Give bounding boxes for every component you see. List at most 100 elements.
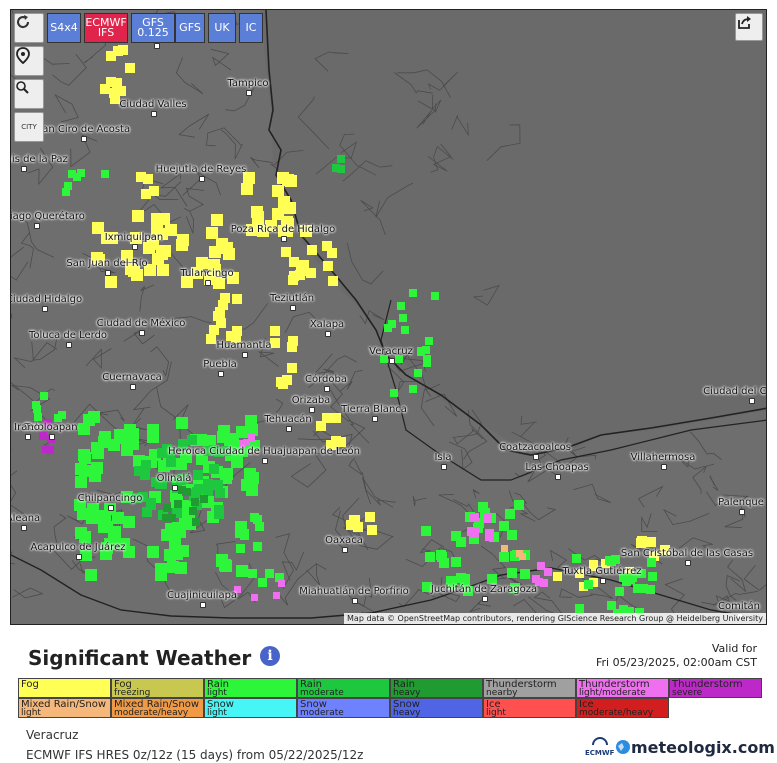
city-toggle-button[interactable]: CITY <box>14 112 44 142</box>
place-marker <box>600 578 606 584</box>
place-label: San Ciro de Acosta <box>35 124 131 135</box>
share-button[interactable] <box>735 13 763 41</box>
place-label: Coatzacoalcos <box>499 442 571 453</box>
place-marker <box>372 416 378 422</box>
place-label: Tulancingo <box>180 268 234 279</box>
place-label: Ciudad Hidalgo <box>10 294 83 305</box>
weather-map[interactable]: ManteTampicoCiudad VallesSan Ciro de Aco… <box>10 9 767 625</box>
map-attribution: Map data © OpenStreetMap contributors, r… <box>344 613 766 624</box>
brand-logo: meteologix.com <box>615 738 775 757</box>
place-marker <box>218 371 224 377</box>
place-marker <box>685 560 691 566</box>
place-marker <box>130 384 136 390</box>
place-label: Cuernavaca <box>102 372 162 383</box>
model-run: ECMWF IFS HRES 0z/12z (15 days) from 05/… <box>26 748 364 762</box>
place-label: Isla <box>434 452 452 463</box>
place-label: Aleana <box>11 513 41 524</box>
place-label: Santiago Querétaro <box>10 211 85 222</box>
valid-label: Valid for <box>711 642 757 655</box>
place-marker <box>286 426 292 432</box>
place-label: San Juan del Río <box>66 258 148 269</box>
place-label: Poza Rica de Hidalgo <box>230 224 336 235</box>
legend-item-b-5: Ice light <box>483 698 576 718</box>
place-label: Cuajinicuilapa <box>166 590 238 601</box>
place-marker <box>352 598 358 604</box>
place-label: Irano <box>14 422 40 433</box>
place-label: Huamantla <box>216 340 272 351</box>
ecmwf-logo: ECMWF <box>585 737 614 757</box>
place-marker <box>132 244 138 250</box>
legend-item-b-2: Snow light <box>204 698 297 718</box>
model-button-1[interactable]: ECMWF IFS <box>84 13 128 43</box>
place-marker <box>281 236 287 242</box>
place-label: Chilpancingo <box>77 493 143 504</box>
place-label: Toluca de Lerdo <box>28 330 108 341</box>
place-marker <box>49 434 55 440</box>
model-button-0[interactable]: S4x4 <box>47 13 81 43</box>
ecmwf-logo-icon <box>591 737 608 746</box>
place-label: Villahermosa <box>630 452 696 463</box>
place-marker <box>325 331 331 337</box>
place-marker <box>533 454 539 460</box>
place-label: Ciudad del Carmen <box>703 386 767 397</box>
legend-item-b-6: Ice moderate/heavy <box>576 698 669 718</box>
location-button[interactable] <box>14 46 44 76</box>
place-marker <box>154 43 160 49</box>
legend-item-4: Rain heavy <box>390 678 483 698</box>
place-label: Heroica Ciudad de Huajuapan de León <box>168 446 360 457</box>
place-label: San Cristóbal de las Casas <box>620 548 754 559</box>
place-label: San Luis de la Paz <box>11 154 68 165</box>
place-label: Miahuatlán de Porfirio <box>299 586 409 597</box>
model-button-4[interactable]: UK <box>208 13 236 43</box>
zoom-button[interactable] <box>14 79 44 109</box>
legend-item-5: Thunderstorm nearby <box>483 678 576 698</box>
place-marker <box>76 554 82 560</box>
place-marker <box>482 596 488 602</box>
legend-item-7: Thunderstorm severe <box>669 678 762 698</box>
refresh-icon <box>17 15 30 29</box>
place-label: Xalapa <box>309 319 345 330</box>
place-marker <box>21 166 27 172</box>
place-label: Huejutla de Reyes <box>155 164 247 175</box>
legend-item-1: Fog freezing <box>111 678 204 698</box>
place-label: Olinalá <box>156 473 192 484</box>
model-button-5[interactable]: IC <box>239 13 263 43</box>
place-marker <box>151 111 157 117</box>
model-button-3[interactable]: GFS <box>175 13 205 43</box>
legend-item-b-4: Snow heavy <box>390 698 483 718</box>
place-marker <box>172 485 178 491</box>
globe-icon <box>616 740 630 754</box>
place-marker <box>246 90 252 96</box>
place-marker <box>205 280 211 286</box>
place-label: Juchitán de Zaragoza <box>430 584 538 595</box>
place-label: Acapulco de Juárez <box>30 542 126 553</box>
place-marker <box>661 464 667 470</box>
place-label: Oaxaca <box>325 535 363 546</box>
place-marker <box>139 330 145 336</box>
model-button-2[interactable]: GFS 0.125 <box>131 13 175 43</box>
place-label: Orizaba <box>291 395 331 406</box>
place-marker <box>242 352 248 358</box>
place-marker <box>290 305 296 311</box>
page-title: Significant Weather <box>28 646 252 670</box>
place-label: Comitán <box>717 601 761 612</box>
place-marker <box>21 525 27 531</box>
location-name: Veracruz <box>26 728 79 742</box>
legend-item-6: Thunderstorm light/moderate <box>576 678 669 698</box>
place-label: Palenque <box>718 497 764 508</box>
place-marker <box>42 306 48 312</box>
place-marker <box>389 358 395 364</box>
place-marker <box>81 136 87 142</box>
place-marker <box>441 464 447 470</box>
share-icon <box>738 16 751 29</box>
refresh-button[interactable] <box>14 13 44 43</box>
place-marker <box>199 176 205 182</box>
info-icon[interactable]: i <box>260 646 280 666</box>
place-marker <box>66 342 72 348</box>
place-marker <box>324 386 330 392</box>
legend-item-2: Rain light <box>204 678 297 698</box>
place-label: Tampico <box>227 78 269 89</box>
place-marker <box>262 458 268 464</box>
place-marker <box>309 407 315 413</box>
place-marker <box>25 434 31 440</box>
